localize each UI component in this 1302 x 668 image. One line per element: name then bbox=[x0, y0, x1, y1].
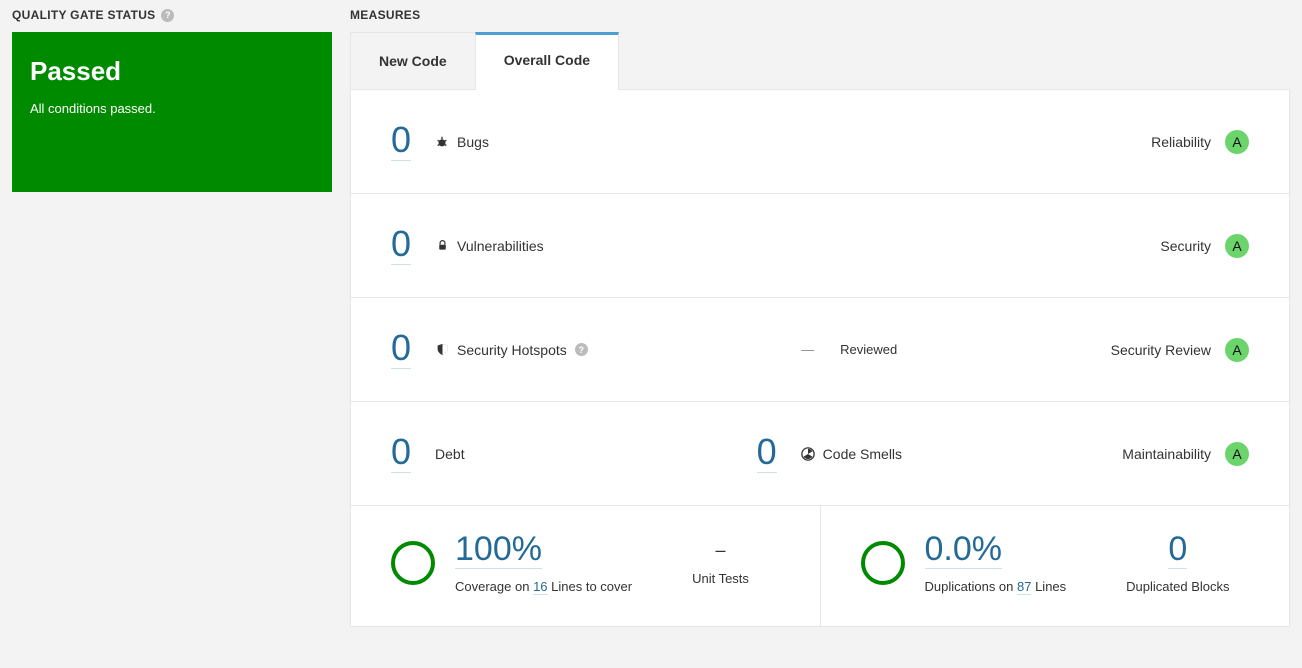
code-smells-label: Code Smells bbox=[823, 446, 902, 462]
security-rating[interactable]: A bbox=[1225, 234, 1249, 258]
help-icon[interactable]: ? bbox=[161, 9, 174, 22]
quality-gate-heading: Quality Gate Status bbox=[12, 8, 155, 22]
row-coverage-duplications: 100% Coverage on 16 Lines to cover – Uni… bbox=[351, 506, 1289, 626]
coverage-lines-link[interactable]: 16 bbox=[533, 579, 547, 595]
debt-count[interactable]: 0 bbox=[391, 434, 411, 473]
vulnerabilities-count[interactable]: 0 bbox=[391, 226, 411, 265]
coverage-text-prefix: Coverage on bbox=[455, 579, 533, 594]
security-review-label: Security Review bbox=[1111, 342, 1211, 358]
code-smells-count[interactable]: 0 bbox=[757, 434, 777, 473]
tabs: New Code Overall Code bbox=[350, 32, 1290, 90]
duplications-text-suffix: Lines bbox=[1031, 579, 1066, 594]
quality-gate-card: Passed All conditions passed. bbox=[12, 32, 332, 192]
maintainability-label: Maintainability bbox=[1122, 446, 1211, 462]
hotspots-label: Security Hotspots bbox=[457, 342, 567, 358]
quality-gate-subtext: All conditions passed. bbox=[30, 101, 314, 116]
row-hotspots: 0 Security Hotspots ? — Reviewed Securit… bbox=[351, 298, 1289, 402]
duplications-ring-icon bbox=[861, 541, 905, 585]
duplicated-blocks-label: Duplicated Blocks bbox=[1126, 579, 1229, 594]
duplicated-blocks-value[interactable]: 0 bbox=[1168, 532, 1187, 569]
lock-icon bbox=[435, 239, 449, 253]
row-bugs: 0 Bugs Reliability A bbox=[351, 90, 1289, 194]
duplications-lines-link[interactable]: 87 bbox=[1017, 579, 1031, 595]
unit-tests-label: Unit Tests bbox=[692, 571, 749, 586]
bugs-label: Bugs bbox=[457, 134, 489, 150]
reviewed-label: Reviewed bbox=[840, 342, 897, 357]
shield-icon bbox=[435, 343, 449, 357]
coverage-value[interactable]: 100% bbox=[455, 532, 542, 569]
hotspots-count[interactable]: 0 bbox=[391, 330, 411, 369]
duplications-value[interactable]: 0.0% bbox=[925, 532, 1003, 569]
bug-icon bbox=[435, 135, 449, 149]
code-smell-icon bbox=[801, 447, 815, 461]
security-review-rating[interactable]: A bbox=[1225, 338, 1249, 362]
tab-overall-code[interactable]: Overall Code bbox=[475, 32, 619, 90]
duplications-block: 0.0% Duplications on 87 Lines 0 Duplicat… bbox=[820, 506, 1290, 626]
security-label: Security bbox=[1160, 238, 1211, 254]
coverage-ring-icon bbox=[391, 541, 435, 585]
measures-heading: Measures bbox=[350, 8, 420, 22]
unit-tests-value: – bbox=[692, 540, 749, 561]
reliability-label: Reliability bbox=[1151, 134, 1211, 150]
row-vulnerabilities: 0 Vulnerabilities Security A bbox=[351, 194, 1289, 298]
debt-label: Debt bbox=[435, 446, 465, 462]
reviewed-value: — bbox=[801, 342, 816, 357]
bugs-count[interactable]: 0 bbox=[391, 122, 411, 161]
tab-new-code[interactable]: New Code bbox=[350, 32, 475, 89]
vulnerabilities-label: Vulnerabilities bbox=[457, 238, 544, 254]
measures-panel: 0 Bugs Reliability A 0 Vulne bbox=[350, 90, 1290, 627]
maintainability-rating[interactable]: A bbox=[1225, 442, 1249, 466]
duplications-text-prefix: Duplications on bbox=[925, 579, 1018, 594]
quality-gate-status: Passed bbox=[30, 56, 314, 87]
coverage-block: 100% Coverage on 16 Lines to cover – Uni… bbox=[351, 506, 820, 626]
row-maintainability: 0 Debt 0 Code Smells Maintainability A bbox=[351, 402, 1289, 506]
coverage-text-suffix: Lines to cover bbox=[548, 579, 633, 594]
reliability-rating[interactable]: A bbox=[1225, 130, 1249, 154]
help-icon[interactable]: ? bbox=[575, 343, 588, 356]
